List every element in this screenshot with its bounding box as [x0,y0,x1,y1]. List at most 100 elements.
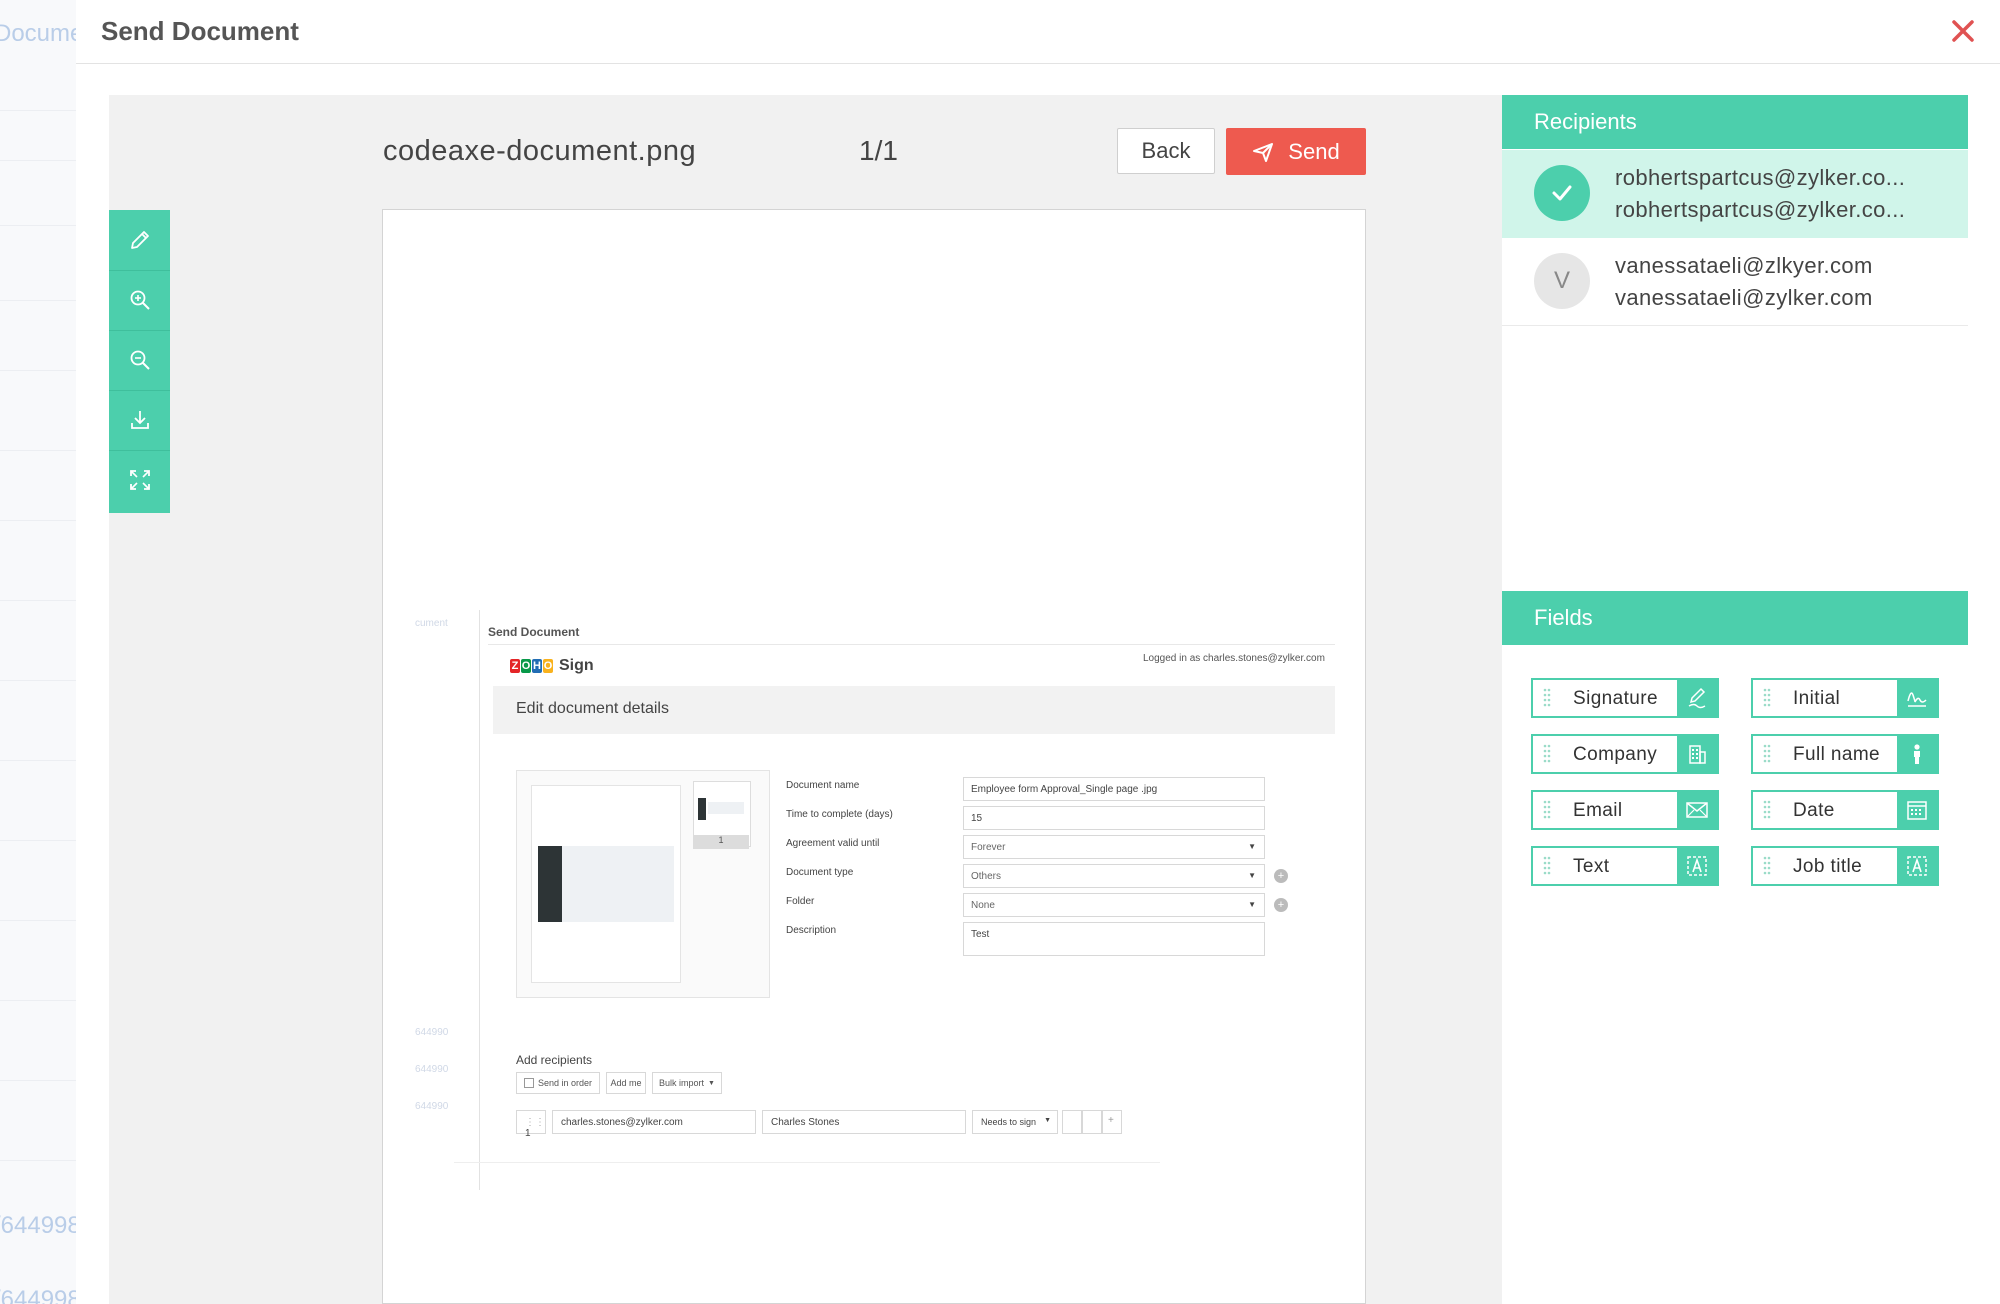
embedded-field-input: Test [963,922,1265,956]
recipient-item[interactable]: robhertspartcus@zylker.co... robhertspar… [1502,150,1968,238]
drag-handle-icon [1543,744,1551,763]
drag-handle-icon [1763,856,1771,875]
recipient-email-secondary: robhertspartcus@zylker.co... [1615,197,1906,222]
faint-text: cument [415,618,448,629]
section-title: Edit document details [516,700,669,717]
faint-text: 644990 [415,1064,449,1075]
chevron-down-icon: ▼ [1248,842,1256,851]
field-initial[interactable]: Initial [1751,678,1939,718]
edit-details-bar: Edit document details [493,686,1335,734]
recipient-email-field: charles.stones@zylker.com [552,1110,756,1134]
recipient-avatar [1534,165,1590,221]
embedded-logged-in: Logged in as charles.stones@zylker.com [1143,653,1325,664]
recipients-header-label: Recipients [1534,109,1637,134]
close-button[interactable] [1946,14,1980,48]
embedded-field-label: Document type [786,867,854,878]
check-icon [1552,185,1572,201]
send-button-label: Send [1288,138,1340,164]
calendar-icon [1907,801,1927,820]
document-preview-area: codeaxe-document.png 1/1 Back Send cumen… [109,95,1502,1304]
modal-title: Send Document [101,16,299,46]
close-icon [1952,20,1974,42]
drag-handle-icon [1543,688,1551,707]
signature-icon [1688,687,1706,709]
add-recipients-label: Add recipients [516,1053,593,1067]
field-label: Text [1573,856,1610,877]
embedded-field-label: Time to complete (days) [786,809,893,820]
zoom-in-button[interactable] [109,270,170,331]
download-icon [130,411,149,429]
back-button[interactable]: Back [1117,128,1215,174]
zoho-logo: Z O H O Sign [510,657,594,674]
embedded-field-input: Others ▼ [963,864,1265,888]
brand-name: Sign [559,657,594,674]
background-text: /644998 [0,1286,77,1304]
chevron-down-icon: ▼ [1248,900,1256,909]
field-full-name[interactable]: Full name [1751,734,1939,774]
embedded-field-input: 15 [963,806,1265,830]
field-signature[interactable]: Signature [1531,678,1719,718]
embedded-field-label: Description [786,925,837,936]
fullscreen-button[interactable] [109,450,170,510]
embedded-field-label: Document name [786,780,860,791]
embedded-screenshot: cument 644990 644990 644990 Send Documen… [415,610,1335,1190]
person-icon [1914,744,1920,764]
field-text[interactable]: Text [1531,846,1719,886]
send-document-modal: Send Document codeaxe-document.png 1/1 B… [76,0,2000,1304]
field-label: Full name [1793,744,1881,765]
field-label: Initial [1793,688,1841,709]
fullscreen-icon [129,470,150,490]
drag-handle-icon [1763,744,1771,763]
recipient-row: ⋮⋮ 1 charles.stones@zylker.com Charles S… [516,1110,1291,1139]
field-label: Signature [1573,688,1658,709]
field-email[interactable]: Email [1531,790,1719,830]
field-label: Company [1573,744,1658,765]
send-button[interactable]: Send [1226,128,1366,175]
text-icon [1687,856,1707,876]
recipients-header: Recipients [1502,95,1968,149]
text-icon [1907,856,1927,876]
field-label: Job title [1793,856,1863,877]
modal-header: Send Document [76,0,2000,64]
field-label: Date [1793,800,1835,821]
thumbnail-page [531,785,681,983]
embedded-field-label: Agreement valid until [786,838,880,849]
embedded-title: Send Document [488,625,580,639]
add-icon: + [1274,869,1288,883]
field-company[interactable]: Company [1531,734,1719,774]
embedded-field-label: Folder [786,896,815,907]
recipient-avatar: V [1534,253,1590,309]
email-icon [1686,802,1708,818]
background-text: Documen [0,20,76,47]
edit-tool-button[interactable] [109,210,170,271]
recipient-role-field: Needs to sign ▼ [972,1110,1058,1134]
fields-header: Fields [1502,591,1968,645]
add-icon: + [1274,898,1288,912]
drag-handle-icon [1763,688,1771,707]
bulk-import-button: Bulk import ▼ [652,1072,722,1094]
send-icon [1253,142,1274,162]
zoom-out-icon [130,350,150,370]
recipient-email-secondary: vanessataeli@zylker.com [1615,285,1873,310]
send-in-order-checkbox: Send in order [516,1072,600,1094]
zoom-in-icon [130,290,150,310]
drag-handle-icon [1763,800,1771,819]
drag-handle-icon [1543,856,1551,875]
field-label: Email [1573,800,1623,821]
embedded-field-input: None ▼ [963,893,1265,917]
embedded-field-input: Forever ▼ [963,835,1265,859]
pencil-icon [130,231,149,249]
download-button[interactable] [109,390,170,451]
zoom-out-button[interactable] [109,330,170,391]
document-page[interactable]: cument 644990 644990 644990 Send Documen… [382,209,1366,1304]
thumbnail-number: 1 [693,835,749,849]
field-job-title[interactable]: Job title [1751,846,1939,886]
field-date[interactable]: Date [1751,790,1939,830]
background-app-strip: Documen /644998 /644998 [0,0,77,1304]
recipient-email: vanessataeli@zlkyer.com [1615,253,1873,278]
recipient-name-field: Charles Stones [762,1110,966,1134]
embedded-field-input: Employee form Approval_Single page .jpg [963,777,1265,801]
initial-icon [1907,692,1927,707]
recipient-item[interactable]: V vanessataeli@zlkyer.com vanessataeli@z… [1502,238,1968,326]
file-name: codeaxe-document.png [383,135,697,167]
